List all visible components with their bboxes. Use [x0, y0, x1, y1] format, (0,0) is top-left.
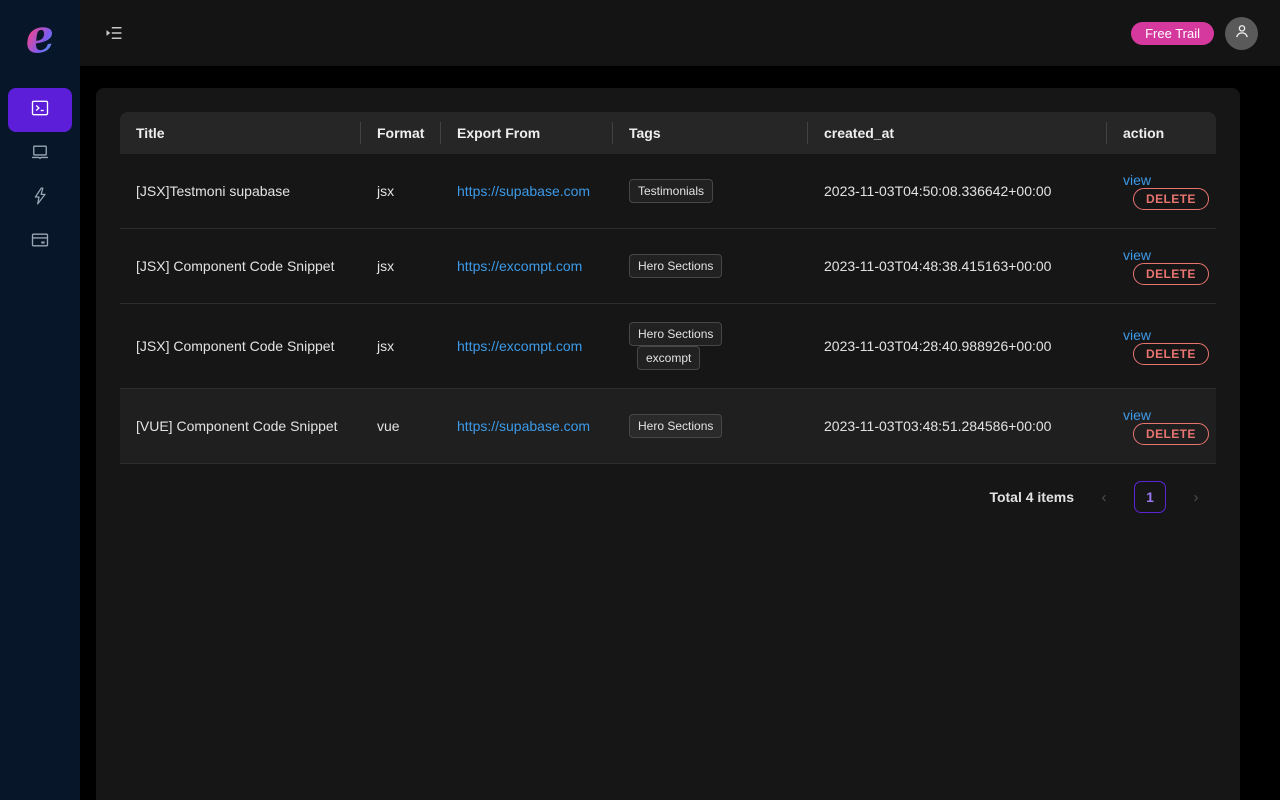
menu-unfold-icon[interactable] [102, 21, 126, 45]
pagination: Total 4 items ‹ 1 › [120, 481, 1216, 513]
cell-format: vue [361, 389, 441, 464]
table-row: [VUE] Component Code Snippet vue https:/… [120, 389, 1216, 464]
terminal-icon [30, 98, 50, 123]
pagination-total: Total 4 items [989, 489, 1074, 505]
main-column: Free Trail [80, 0, 1280, 800]
thunderbolt-icon [30, 186, 50, 211]
cell-title: [JSX]Testmoni supabase [120, 154, 361, 229]
delete-button[interactable]: DELETE [1133, 343, 1209, 365]
page-1-button[interactable]: 1 [1134, 481, 1166, 513]
tag: Hero Sections [629, 254, 722, 278]
tag: Testimonials [629, 179, 713, 203]
view-link[interactable]: view [1123, 327, 1151, 343]
sidebar-nav [0, 88, 80, 264]
column-header-format: Format [361, 112, 441, 154]
user-avatar[interactable] [1225, 17, 1258, 50]
sidebar-item-thunderbolt[interactable] [8, 176, 72, 220]
cell-format: jsx [361, 304, 441, 389]
export-from-link[interactable]: https://excompt.com [457, 338, 582, 354]
app-root: e [0, 0, 1280, 800]
table-header-row: Title Format Export From Tags created_at… [120, 112, 1216, 154]
content-area: Title Format Export From Tags created_at… [80, 66, 1280, 800]
column-header-title: Title [120, 112, 361, 154]
delete-button[interactable]: DELETE [1133, 263, 1209, 285]
table-row: [JSX] Component Code Snippet jsx https:/… [120, 229, 1216, 304]
view-link[interactable]: view [1123, 172, 1151, 188]
user-icon [1233, 22, 1251, 45]
delete-button[interactable]: DELETE [1133, 188, 1209, 210]
table-row: [JSX]Testmoni supabase jsx https://supab… [120, 154, 1216, 229]
export-from-link[interactable]: https://supabase.com [457, 183, 590, 199]
export-from-link[interactable]: https://supabase.com [457, 418, 590, 434]
cell-created-at: 2023-11-03T03:48:51.284586+00:00 [808, 389, 1107, 464]
view-link[interactable]: view [1123, 407, 1151, 423]
cell-format: jsx [361, 154, 441, 229]
logo-letter: e [23, 12, 57, 61]
column-header-created-at: created_at [808, 112, 1107, 154]
content-card: Title Format Export From Tags created_at… [96, 88, 1240, 800]
snippets-table: Title Format Export From Tags created_at… [120, 112, 1216, 464]
sidebar-item-laptop[interactable] [8, 132, 72, 176]
credit-card-icon [30, 230, 50, 255]
cell-format: jsx [361, 229, 441, 304]
topbar: Free Trail [80, 0, 1280, 66]
sidebar-item-terminal[interactable] [8, 88, 72, 132]
app-logo[interactable]: e [0, 0, 80, 72]
table-row: [JSX] Component Code Snippet jsx https:/… [120, 304, 1216, 389]
cell-title: [VUE] Component Code Snippet [120, 389, 361, 464]
next-page-button[interactable]: › [1180, 481, 1212, 513]
cell-title: [JSX] Component Code Snippet [120, 229, 361, 304]
export-from-link[interactable]: https://excompt.com [457, 258, 582, 274]
sidebar-item-billing[interactable] [8, 220, 72, 264]
sidebar: e [0, 0, 80, 800]
view-link[interactable]: view [1123, 247, 1151, 263]
tag: Hero Sections [629, 322, 722, 346]
cell-created-at: 2023-11-03T04:48:38.415163+00:00 [808, 229, 1107, 304]
tag: Hero Sections [629, 414, 722, 438]
delete-button[interactable]: DELETE [1133, 423, 1209, 445]
prev-page-button[interactable]: ‹ [1088, 481, 1120, 513]
cell-created-at: 2023-11-03T04:50:08.336642+00:00 [808, 154, 1107, 229]
column-header-tags: Tags [613, 112, 808, 154]
cell-title: [JSX] Component Code Snippet [120, 304, 361, 389]
free-trial-badge[interactable]: Free Trail [1131, 22, 1214, 45]
laptop-icon [30, 142, 50, 167]
column-header-export-from: Export From [441, 112, 613, 154]
cell-created-at: 2023-11-03T04:28:40.988926+00:00 [808, 304, 1107, 389]
tag: excompt [637, 346, 700, 370]
column-header-action: action [1107, 112, 1216, 154]
